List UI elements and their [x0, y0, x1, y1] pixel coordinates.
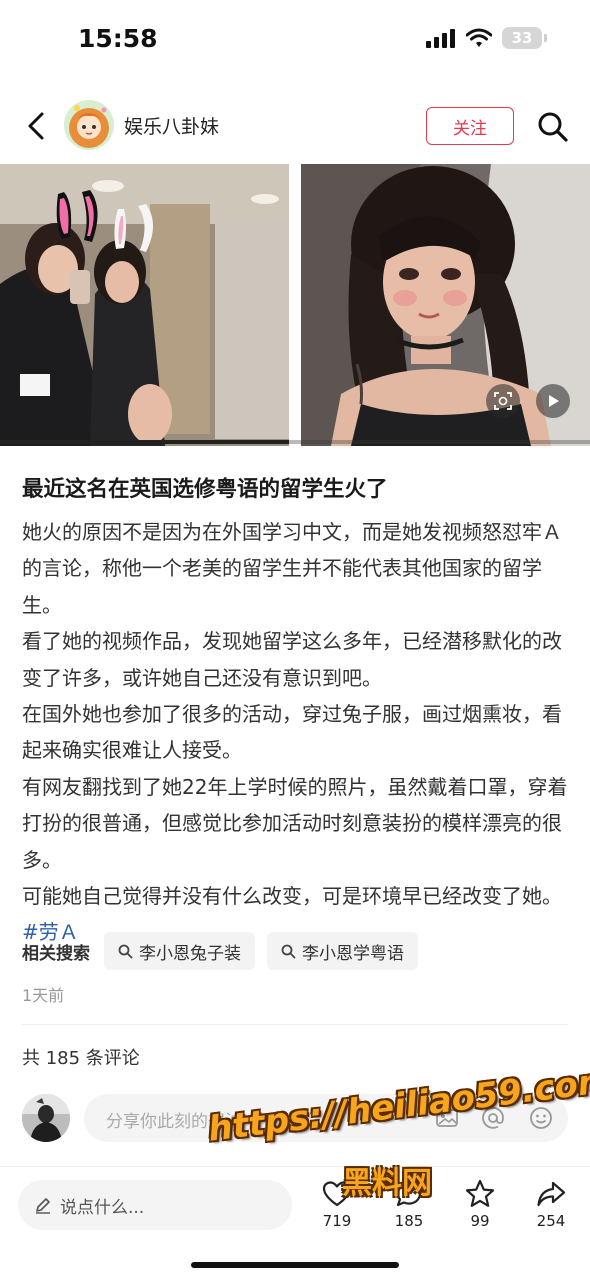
image-icon: [436, 1109, 458, 1127]
home-indicator: [191, 1262, 399, 1268]
heart-icon: [322, 1181, 352, 1207]
author-avatar[interactable]: [64, 100, 114, 150]
search-icon: [538, 112, 568, 142]
share-button[interactable]: 254: [521, 1178, 581, 1234]
comment-count-short: 185: [394, 1212, 424, 1230]
play-button[interactable]: [536, 384, 570, 418]
favorite-count: 99: [470, 1212, 490, 1230]
bottom-comment-input[interactable]: 说点什么...: [18, 1180, 292, 1230]
post-body: 她火的原因不是因为在外国学习中文，而是她发视频怒怼牢Ａ的言论，称他一个老美的留学…: [22, 514, 570, 951]
at-sign-icon: [482, 1106, 504, 1129]
author-avatar-image: [64, 100, 114, 150]
bottom-input-placeholder: 说点什么...: [60, 1197, 145, 1218]
post-photo-right[interactable]: [301, 164, 590, 446]
user-avatar[interactable]: [22, 1094, 70, 1142]
star-icon: [465, 1179, 495, 1207]
related-search-text: 李小恩兔子装: [139, 943, 241, 964]
related-searches-label: 相关搜索: [22, 943, 90, 964]
post-paragraph: 可能她自己觉得并没有什么改变，可是环境早已经改变了她。: [22, 884, 562, 909]
related-search-chip[interactable]: 李小恩学粤语: [267, 932, 418, 970]
status-time: 15:58: [78, 24, 158, 53]
battery-indicator: 33: [502, 27, 547, 49]
post-paragraph: 看了她的视频作品，发现她留学这么多年，已经潜移默化的改变了许多，或许她自己还没有…: [22, 629, 562, 690]
photo-left-image: [0, 164, 289, 446]
comment-input-placeholder: 分享你此刻的想法: [106, 1112, 242, 1132]
user-avatar-image: [22, 1094, 70, 1142]
back-button[interactable]: [18, 108, 54, 144]
share-count: 254: [536, 1212, 566, 1230]
post-paragraph: 她火的原因不是因为在外国学习中文，而是她发视频怒怼牢Ａ的言论，称他一个老美的留学…: [22, 520, 562, 617]
post-header: 娱乐八卦妹 关注: [0, 96, 590, 158]
follow-button[interactable]: 关注: [426, 107, 514, 145]
comment-button[interactable]: 185: [379, 1178, 439, 1234]
bottom-bar-divider: [0, 1166, 590, 1167]
favorite-button[interactable]: 99: [450, 1178, 510, 1234]
status-bar: 15:58 33: [0, 0, 590, 80]
post-title: 最近这名在英国选修粤语的留学生火了: [22, 477, 388, 502]
play-icon: [549, 395, 559, 407]
post-photo-left[interactable]: [0, 164, 289, 446]
post-media[interactable]: [0, 164, 590, 446]
scan-icon: [494, 392, 512, 410]
author-name[interactable]: 娱乐八卦妹: [124, 112, 219, 139]
search-icon: [281, 944, 296, 958]
like-count: 719: [322, 1212, 352, 1230]
battery-level: 33: [511, 29, 533, 47]
search-button[interactable]: [534, 108, 572, 146]
post-paragraph: 在国外她也参加了很多的活动，穿过兔子服，画过烟熏妆，看起来确实很难让人接受。: [22, 702, 562, 763]
comment-input[interactable]: 分享你此刻的想法: [84, 1094, 568, 1142]
image-picker-button[interactable]: [434, 1105, 460, 1131]
emoji-icon: [530, 1107, 552, 1129]
emoji-button[interactable]: [528, 1105, 554, 1131]
like-button[interactable]: 719: [307, 1178, 367, 1234]
status-icons: 33: [426, 27, 547, 49]
related-searches: 相关搜索 李小恩兔子装 李小恩学粤语: [22, 932, 570, 970]
related-search-chip[interactable]: 李小恩兔子装: [104, 932, 255, 970]
media-progress-bar: [0, 440, 590, 444]
cellular-signal-icon: [426, 29, 455, 48]
related-search-text: 李小恩学粤语: [302, 943, 404, 964]
post-time: 1天前: [22, 986, 65, 1005]
pencil-icon: [36, 1198, 50, 1214]
search-icon: [118, 944, 133, 958]
share-icon: [537, 1181, 566, 1207]
divider: [22, 1024, 568, 1025]
mention-button[interactable]: [480, 1105, 506, 1131]
comment-count: 共 185 条评论: [22, 1048, 140, 1069]
image-search-button[interactable]: [486, 384, 520, 418]
wifi-icon: [466, 28, 492, 47]
chevron-left-icon: [28, 112, 44, 140]
post-paragraph: 有网友翻找到了她22年上学时候的照片，虽然戴着口罩，穿着打扮的很普通，但感觉比参…: [22, 774, 568, 872]
comment-icon: [396, 1182, 422, 1207]
